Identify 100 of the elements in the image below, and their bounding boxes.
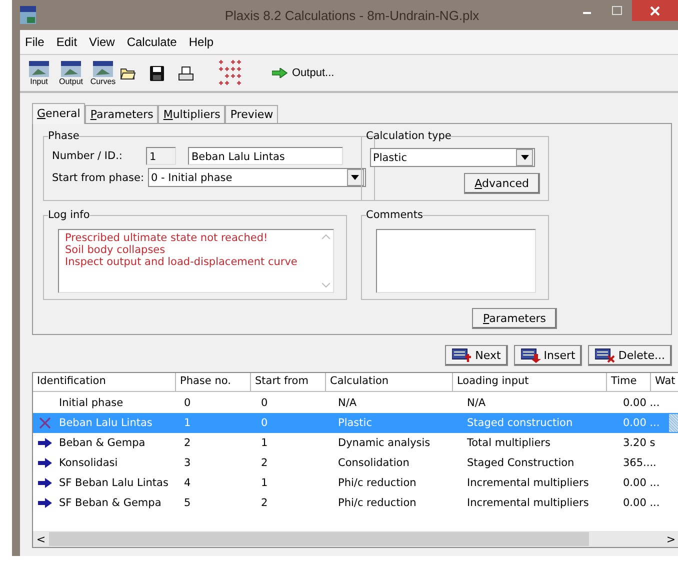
column-header[interactable]: Calculation <box>326 373 453 392</box>
tab[interactable]: Multipliers <box>158 105 226 123</box>
table-cell-text: 2 <box>183 437 192 449</box>
column-header[interactable]: Time <box>607 373 651 392</box>
table-cell-text: 0 <box>260 417 269 429</box>
field-label: Number / ID.: <box>52 150 122 162</box>
window-title: Plaxis 8.2 Calculations - 8m-Undrain-NG.plx <box>224 8 480 22</box>
group-title: Phase <box>48 130 80 142</box>
table-row[interactable]: Initial phase 0 0 N/A N/A 0.00 ... <box>33 393 678 413</box>
delete-phase-icon <box>595 348 616 363</box>
table-cell-text: Beban Lalu Lintas <box>58 417 154 429</box>
table-cell-text: 1 <box>183 417 192 429</box>
parameters-button[interactable]: Parameters <box>472 308 557 329</box>
table-cell-text: 0 <box>260 397 269 409</box>
table-cell-text: 0 <box>183 397 192 409</box>
toolbar-button[interactable]: Curves <box>88 60 118 86</box>
insert-phase-button[interactable]: Insert <box>514 345 582 366</box>
scroll-right-arrow[interactable]: > <box>663 532 678 546</box>
table-cell-text: Konsolidasi <box>58 457 119 469</box>
table-cell-text: N/A <box>466 397 487 409</box>
landscape-icon <box>61 60 81 76</box>
column-header[interactable]: Loading input <box>453 373 607 392</box>
table-cell-text: Incremental multipliers <box>466 497 590 509</box>
scroll-thumb[interactable] <box>49 532 589 546</box>
table-cell-text: Total multipliers <box>466 437 552 449</box>
table-row[interactable]: Beban & Gempa 2 1 Dynamic analysis Total multipliers 3.20 s <box>33 433 678 453</box>
app-icon <box>20 6 36 24</box>
comments-text-area[interactable] <box>376 229 536 293</box>
table-cell-text: 0.00 ... <box>622 417 661 429</box>
menu-item[interactable]: Calculate <box>126 35 177 49</box>
arrow-icon <box>38 438 52 448</box>
delete-phase-button[interactable]: Delete... <box>588 345 672 366</box>
table-cell-text: Plastic <box>337 417 373 429</box>
arrow-icon <box>38 478 52 488</box>
next-phase-button[interactable]: Next <box>445 345 508 366</box>
table-cell-text: 2 <box>260 497 269 509</box>
insert-phase-icon <box>520 348 541 363</box>
log-message: Prescribed ultimate state not reached! <box>65 232 269 244</box>
id-field[interactable]: Beban Lalu Lintas <box>188 147 344 165</box>
arrow-icon <box>38 458 52 468</box>
group-title: Calculation type <box>366 130 452 142</box>
arrow-icon <box>38 498 52 508</box>
table-cell-text: SF Beban Lalu Lintas <box>58 477 170 489</box>
tab[interactable]: Preview <box>225 105 278 123</box>
table-cell-text: 2 <box>260 457 269 469</box>
log-message: Inspect output and load-displacement curve <box>65 256 298 268</box>
table-cell-text: 1 <box>260 477 269 489</box>
table-cell-text: 5 <box>183 497 192 509</box>
advanced-button[interactable]: Advanced <box>464 173 540 194</box>
column-header[interactable]: Start from <box>251 373 326 392</box>
table-row[interactable]: SF Beban Lalu Lintas 4 1 Phi/c reduction Incremental multipliers 0.00 ... <box>33 473 678 493</box>
table-cell-text: Phi/c reduction <box>337 477 418 489</box>
table-cell-text: Incremental multipliers <box>466 477 590 489</box>
number-field: 1 <box>146 147 176 165</box>
dropdown-arrow-icon <box>351 175 360 180</box>
close-button[interactable] <box>632 0 678 21</box>
printer-icon[interactable] <box>178 66 194 80</box>
column-header[interactable]: Phase no. <box>176 373 251 392</box>
table-cell-text: Phi/c reduction <box>337 497 418 509</box>
table-cell-text: 0.00 ... <box>622 477 661 489</box>
hatched-cell <box>669 414 678 432</box>
table-cell-text: 0.00 ... <box>622 497 661 509</box>
arrow-icon <box>272 68 288 78</box>
table-cell-text: Consolidation <box>337 457 410 469</box>
table-cell-text: 4 <box>183 477 192 489</box>
landscape-icon <box>93 60 113 76</box>
table-cell-text: SF Beban & Gempa <box>58 497 162 509</box>
minimize-icon <box>583 12 591 14</box>
toolbar-button[interactable]: Input <box>24 60 54 86</box>
menu-item[interactable]: Edit <box>56 35 78 49</box>
table-cell-text: Staged Construction <box>466 457 576 469</box>
maximize-icon <box>612 6 622 16</box>
group-title: Comments <box>366 209 423 221</box>
landscape-icon <box>29 60 49 76</box>
next-phase-icon <box>452 348 472 363</box>
table-cell-text: 0.00 ... <box>622 397 661 409</box>
field-label: Start from phase: <box>52 172 144 184</box>
group-title: Log info <box>48 209 90 221</box>
table-cell-text: 3 <box>183 457 192 469</box>
menu-item[interactable]: Help <box>188 35 214 49</box>
menu-item[interactable]: View <box>89 35 115 49</box>
tab[interactable]: General <box>32 103 86 124</box>
output-button[interactable]: Output... <box>272 67 334 79</box>
tab[interactable]: Parameters <box>85 105 158 123</box>
table-row[interactable]: Konsolidasi 3 2 Consolidation Staged Construction 365.... <box>33 453 678 473</box>
table-row[interactable]: SF Beban & Gempa 5 2 Phi/c reduction Incremental multipliers 0.00 ... <box>33 493 678 513</box>
start-phase-dropdown[interactable]: 0 - Initial phase <box>148 168 366 187</box>
table-cell-text: Staged construction <box>466 417 574 429</box>
menu-item[interactable]: File <box>25 35 44 49</box>
folder-icon[interactable] <box>120 66 136 80</box>
column-header[interactable]: Wat <box>651 373 678 392</box>
close-icon <box>650 6 660 16</box>
table-cell-text: Dynamic analysis <box>337 437 432 449</box>
dropdown-arrow-icon <box>520 155 528 160</box>
scroll-left-arrow[interactable]: < <box>33 532 49 546</box>
calculation-type-dropdown[interactable]: Plastic <box>370 148 535 167</box>
column-header[interactable]: Identification <box>33 373 176 392</box>
table-cell-text: 365.... <box>622 457 658 469</box>
table-cell-text: 1 <box>260 437 269 449</box>
toolbar-button[interactable]: Output <box>56 60 86 86</box>
